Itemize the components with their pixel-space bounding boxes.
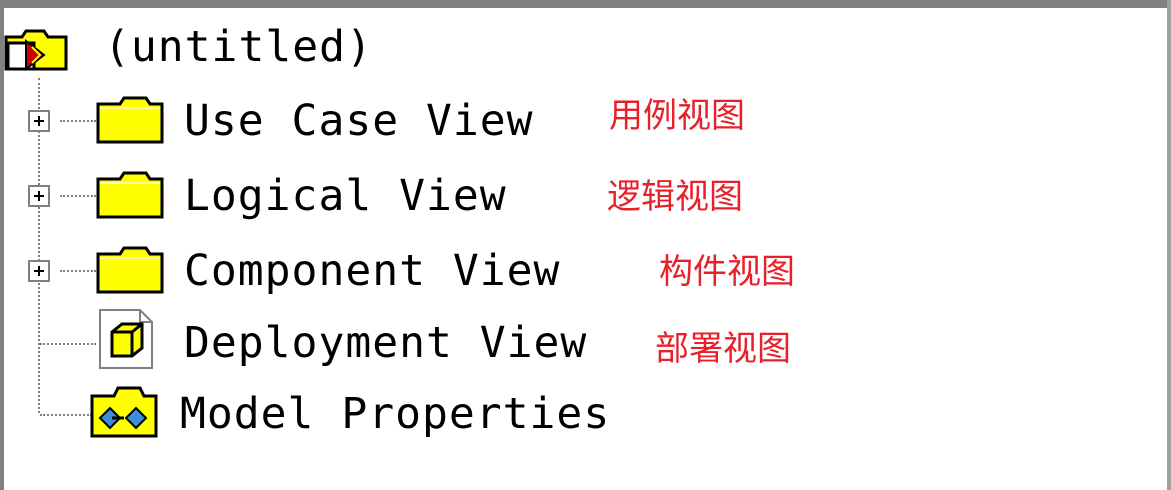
tree-item-label: Logical View: [184, 171, 507, 221]
tree-item-label: Component View: [184, 246, 561, 296]
expand-toggle-plus-icon[interactable]: [28, 185, 50, 207]
annotation-label: 逻辑视图: [607, 177, 743, 217]
model-root-icon: [4, 25, 70, 75]
annotation-label: 用例视图: [609, 96, 745, 136]
tree-connector: [60, 120, 96, 122]
tree-connector: [60, 195, 96, 197]
window-frame-top: [0, 0, 1171, 8]
tree-item-label: Model Properties: [180, 389, 611, 439]
window-frame-right: [1167, 0, 1171, 490]
expand-toggle-plus-icon[interactable]: [28, 110, 50, 132]
tree-connector: [60, 270, 96, 272]
folder-icon: [96, 169, 164, 223]
tree-root-label: (untitled): [104, 22, 373, 72]
tree-item-label: Use Case View: [184, 96, 534, 146]
annotation-label: 构件视图: [659, 252, 795, 292]
folder-icon: [96, 244, 164, 298]
expand-toggle-plus-icon[interactable]: [28, 260, 50, 282]
deployment-node-icon: [96, 308, 154, 374]
model-properties-icon: [90, 384, 158, 442]
tree-item-label: Deployment View: [184, 318, 588, 368]
tree-connector: [40, 343, 96, 345]
folder-icon: [96, 94, 164, 148]
tree-connector: [40, 414, 92, 416]
annotation-label: 部署视图: [655, 329, 791, 369]
